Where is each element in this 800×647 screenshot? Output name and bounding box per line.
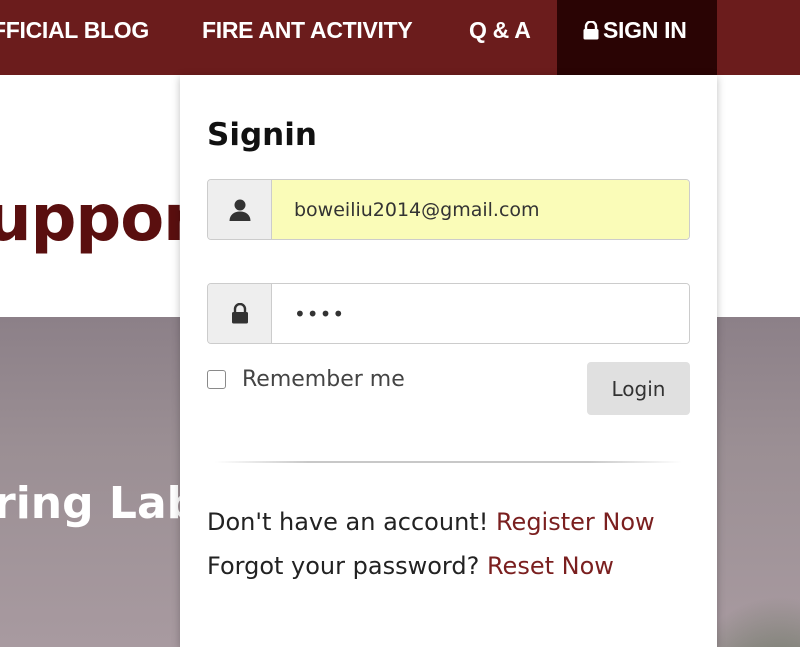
register-line: Don't have an account! Register Now — [207, 508, 655, 536]
signin-dropdown: Signin Remember me Login Don't have an a… — [180, 75, 717, 647]
register-now-link[interactable]: Register Now — [496, 508, 655, 536]
email-input-group — [207, 179, 690, 240]
nav-fire-ant-activity[interactable]: FIRE ANT ACTIVITY — [202, 0, 413, 75]
remember-me-checkbox[interactable] — [207, 370, 226, 389]
signin-title: Signin — [207, 117, 317, 153]
nav-q-and-a[interactable]: Q & A — [469, 0, 531, 75]
reset-now-link[interactable]: Reset Now — [487, 552, 614, 580]
nav-official-blog[interactable]: FFICIAL BLOG — [0, 0, 149, 75]
register-prompt: Don't have an account! — [207, 508, 489, 536]
forgot-prompt: Forgot your password? — [207, 552, 480, 580]
divider — [215, 461, 682, 463]
email-input[interactable] — [272, 180, 689, 239]
nav-sign-in-label: SIGN IN — [603, 17, 687, 43]
lock-icon — [208, 284, 272, 343]
login-button[interactable]: Login — [587, 362, 690, 415]
password-input-group — [207, 283, 690, 344]
user-icon — [208, 180, 272, 239]
nav-sign-in[interactable]: SIGN IN — [557, 0, 717, 75]
forgot-line: Forgot your password? Reset Now — [207, 552, 614, 580]
password-input[interactable] — [272, 284, 689, 343]
top-nav: FFICIAL BLOG FIRE ANT ACTIVITY Q & A SIG… — [0, 0, 800, 75]
lock-icon — [583, 2, 599, 62]
remember-me[interactable]: Remember me — [207, 367, 405, 392]
remember-me-label: Remember me — [242, 367, 405, 392]
